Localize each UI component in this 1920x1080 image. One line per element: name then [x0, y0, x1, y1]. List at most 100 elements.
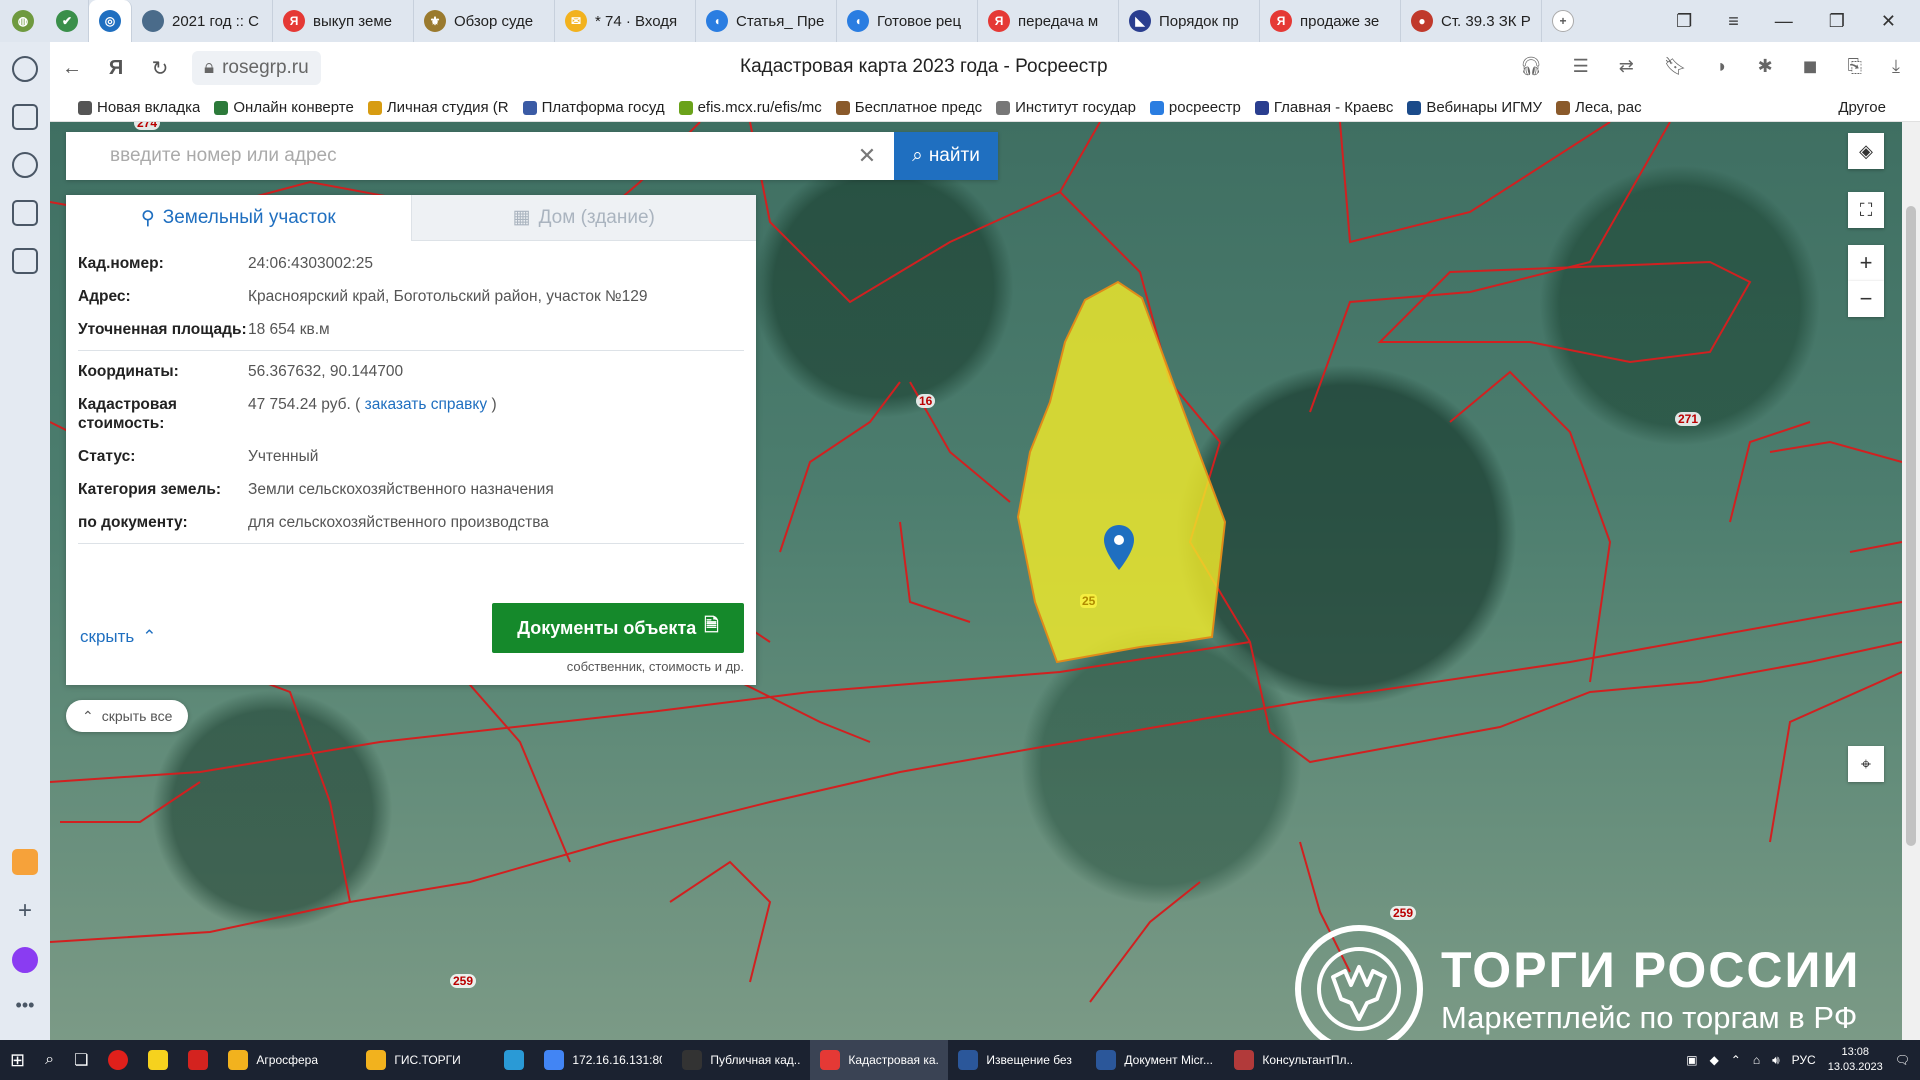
zoom-in-button[interactable]: +	[1848, 245, 1884, 281]
app-icon[interactable]	[178, 1040, 218, 1080]
search-icon[interactable]: ⌕	[35, 1040, 64, 1080]
play-icon[interactable]	[12, 152, 38, 178]
start-button[interactable]: ⊞	[0, 1040, 35, 1080]
browser-tab[interactable]: 2021 год :: С	[132, 0, 273, 42]
reader-icon[interactable]: ☰	[1573, 56, 1589, 77]
hide-panel-link[interactable]: скрыть ⌃	[80, 627, 157, 647]
share-icon[interactable]: ⎘	[1848, 56, 1862, 77]
browser-tab[interactable]: ◖ Готовое рец	[837, 0, 978, 42]
opera-icon[interactable]	[98, 1040, 138, 1080]
bookmark-item[interactable]: Онлайн конверте	[214, 99, 354, 116]
task-view-icon[interactable]: ❏	[64, 1040, 98, 1080]
translate-icon[interactable]: ⇄	[1619, 56, 1634, 77]
tab-title: Готовое рец	[877, 12, 962, 30]
order-certificate-link[interactable]: заказать справку	[365, 396, 488, 413]
extension-icon[interactable]: ◗	[1717, 56, 1728, 77]
taskbar-app-label: 172.16.16.131:80...	[572, 1053, 662, 1067]
taskbar-app[interactable]	[494, 1040, 534, 1080]
taskbar-app[interactable]: ГИС.ТОРГИ	[356, 1040, 494, 1080]
search-input[interactable]	[66, 132, 842, 180]
history-icon[interactable]	[12, 56, 38, 82]
bookmark-label: Новая вкладка	[97, 99, 201, 116]
bookmark-item[interactable]: росреестр	[1149, 99, 1241, 116]
bookmark-icon[interactable]: 🔖︎	[1664, 56, 1687, 77]
taskbar-app[interactable]: Агросфера	[218, 1040, 356, 1080]
address-bar-actions: 🎧︎ ☰ ⇄ 🔖︎ ◗ ✱ ◼ ⎘ ⤓	[1520, 56, 1900, 77]
language-indicator[interactable]: РУС	[1792, 1053, 1816, 1067]
extension-icon[interactable]: ✱	[1758, 56, 1773, 77]
taskbar-app[interactable]: Извещение без ...	[948, 1040, 1086, 1080]
page-scrollbar[interactable]	[1902, 122, 1920, 1040]
bookmark-item[interactable]: Главная - Краевс	[1254, 99, 1393, 116]
search-button[interactable]: ⌕ найти	[894, 132, 998, 180]
tray-icon[interactable]: ⌃	[1731, 1053, 1741, 1067]
sticky-notes-icon[interactable]	[138, 1040, 178, 1080]
browser-tab[interactable]: Явыкуп земе	[273, 0, 414, 42]
screenshot-icon[interactable]	[12, 248, 38, 274]
clock[interactable]: 13:08 13.03.2023	[1828, 1045, 1883, 1075]
back-button[interactable]: ←	[50, 57, 94, 80]
collections-icon[interactable]	[12, 104, 38, 130]
browser-tab[interactable]: ✔	[46, 0, 89, 42]
fullscreen-button[interactable]: ⛶	[1848, 192, 1884, 228]
new-tab-button[interactable]: +	[1542, 0, 1584, 42]
download-icon[interactable]: ⤓	[1892, 56, 1900, 77]
zoom-out-button[interactable]: −	[1848, 281, 1884, 317]
taskbar-app[interactable]: Документ Micr...	[1086, 1040, 1224, 1080]
browser-tab[interactable]: ◖ Статья_ Пре	[696, 0, 837, 42]
notes-app-icon[interactable]	[12, 849, 38, 875]
taskbar-app[interactable]: 172.16.16.131:80...	[534, 1040, 672, 1080]
tray-icon[interactable]: ▣	[1686, 1053, 1697, 1067]
tab-building[interactable]: ▦ Дом (здание)	[410, 195, 756, 241]
bookmarks-other-menu[interactable]: Другое	[1838, 99, 1886, 116]
bookmark-item[interactable]: Бесплатное предс	[835, 99, 982, 116]
close-window-button[interactable]: ✕	[1881, 11, 1896, 32]
taskbar-app[interactable]: КонсультантПл...	[1224, 1040, 1362, 1080]
headphones-icon[interactable]: 🎧︎	[1520, 56, 1543, 77]
taskbar-app[interactable]: Кадастровая ка...	[810, 1040, 949, 1080]
bookmark-item[interactable]: Вебинары ИГМУ	[1407, 99, 1542, 116]
add-panel-icon[interactable]: +	[18, 897, 32, 925]
counter-icon[interactable]	[12, 200, 38, 226]
app-icon	[504, 1050, 525, 1070]
extension-icon[interactable]: ◼	[1803, 56, 1818, 77]
browser-tab[interactable]: ● Ст. 39.3 ЗК Р	[1401, 0, 1542, 42]
bookmark-item[interactable]: Институт государ	[996, 99, 1136, 116]
bookmark-item[interactable]: Новая вкладка	[78, 99, 200, 116]
browser-tab[interactable]: ⚜ Обзор суде	[414, 0, 555, 42]
volume-icon[interactable]: 🔊︎	[1772, 1053, 1780, 1068]
hide-all-button[interactable]: ⌃ скрыть все	[66, 700, 189, 732]
url-field[interactable]: 🔒︎ rosegrp.ru	[192, 51, 321, 85]
tray-icon[interactable]: ◆	[1710, 1053, 1719, 1067]
restore-button[interactable]: ❐	[1829, 11, 1845, 32]
browser-tab[interactable]: ◎	[89, 0, 132, 42]
menu-icon[interactable]: ≡	[1728, 11, 1739, 32]
bookmark-item[interactable]: efis.mcx.ru/efis/mc	[678, 99, 822, 116]
tabs-overview-icon[interactable]: ❐	[1676, 11, 1692, 32]
browser-tab[interactable]: Япродаже зе	[1260, 0, 1401, 42]
bookmark-item[interactable]: Личная студия (R	[367, 99, 509, 116]
scrollbar-thumb[interactable]	[1906, 206, 1916, 846]
yandex-icon[interactable]: Я	[94, 57, 138, 80]
clear-search-icon[interactable]: ✕	[842, 132, 892, 180]
locate-button[interactable]: ⌖	[1848, 746, 1884, 782]
selected-parcel[interactable]	[1016, 280, 1227, 664]
taskbar-app[interactable]: Публичная кад...	[672, 1040, 810, 1080]
network-icon[interactable]: ⌂	[1753, 1053, 1760, 1067]
bookmark-item[interactable]: Платформа госуд	[522, 99, 665, 116]
browser-tab[interactable]: ◣ Порядок пр	[1119, 0, 1260, 42]
attribute-key: Координаты:	[78, 363, 179, 380]
more-icon[interactable]: •••	[16, 995, 35, 1016]
notifications-icon[interactable]: 🗨︎	[1895, 1053, 1910, 1067]
reload-button[interactable]: ↻	[138, 56, 182, 81]
location-pin-icon[interactable]	[1102, 524, 1136, 574]
object-documents-button[interactable]: Документы объекта 🗎︎	[492, 603, 744, 653]
bookmark-item[interactable]: Леса, рас	[1556, 99, 1642, 116]
layers-button[interactable]: ◈	[1848, 133, 1884, 169]
tab-land-plot[interactable]: ⚲ Земельный участок	[66, 195, 411, 241]
minimize-button[interactable]: —	[1775, 11, 1793, 32]
alice-icon[interactable]	[12, 947, 38, 973]
browser-tab[interactable]: ✉ * 74 · Входя	[555, 0, 696, 42]
browser-tab[interactable]: Япередача м	[978, 0, 1119, 42]
browser-logo[interactable]: ◍	[0, 0, 46, 42]
